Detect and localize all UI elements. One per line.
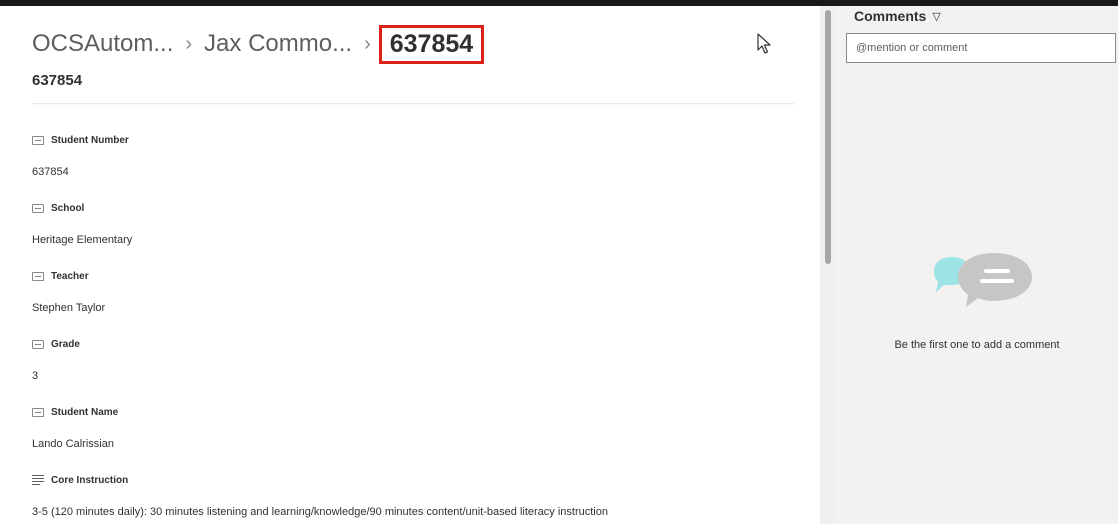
field-grade[interactable]: Grade 3 [32, 336, 812, 404]
field-value: 637854 [32, 166, 69, 178]
field-list: Student Number 637854 School Heritage El… [32, 132, 812, 524]
field-label-row: Grade [32, 336, 812, 352]
field-label-row: Student Number [32, 132, 812, 148]
breadcrumb-item-list[interactable]: Jax Commo... [204, 30, 352, 58]
item-details-pane: OCSAutom... › Jax Commo... › 637854 6378… [0, 6, 820, 524]
field-label: Teacher [51, 270, 89, 282]
text-field-icon [32, 203, 44, 213]
comment-bubbles-icon [934, 253, 1032, 307]
field-school[interactable]: School Heritage Elementary [32, 200, 812, 268]
field-value: Stephen Taylor [32, 302, 106, 314]
breadcrumb-item-site[interactable]: OCSAutom... [32, 30, 173, 58]
breadcrumb-current-item: 637854 [378, 24, 485, 64]
field-value: Lando Calrissian [32, 438, 114, 450]
field-label: Grade [51, 338, 80, 350]
title-divider [32, 103, 794, 104]
field-teacher[interactable]: Teacher Stephen Taylor [32, 268, 812, 336]
comments-title: Comments [854, 8, 927, 24]
field-student-name[interactable]: Student Name Lando Calrissian [32, 404, 812, 472]
field-label: School [51, 202, 85, 214]
text-field-icon [32, 271, 44, 281]
field-value: Heritage Elementary [32, 234, 133, 246]
breadcrumb-separator: › [364, 32, 371, 55]
comment-input[interactable] [846, 33, 1116, 63]
scrollbar-thumb[interactable] [825, 10, 831, 264]
field-label-row: Student Name [32, 404, 812, 420]
multiline-text-icon [32, 475, 44, 485]
field-label: Student Name [51, 406, 119, 418]
field-label-row: School [32, 200, 812, 216]
field-label: Student Number [51, 134, 129, 146]
comments-header[interactable]: Comments ▽ [854, 8, 941, 24]
field-label: Core Instruction [51, 474, 129, 486]
field-label-row: Teacher [32, 268, 812, 284]
field-label-row: Core Instruction [32, 472, 812, 488]
breadcrumb: OCSAutom... › Jax Commo... › 637854 [32, 22, 485, 66]
mouse-cursor-icon [757, 33, 771, 54]
text-field-icon [32, 407, 44, 417]
field-value: 3-5 (120 minutes daily): 30 minutes list… [32, 506, 608, 518]
text-field-icon [32, 135, 44, 145]
field-value: 3 [32, 370, 39, 382]
comments-pane: Comments ▽ Be the first one to add a com… [836, 6, 1118, 524]
item-title: 637854 [32, 72, 83, 89]
empty-comments-message: Be the first one to add a comment [894, 339, 1060, 351]
text-field-icon [32, 339, 44, 349]
field-core-instruction[interactable]: Core Instruction 3-5 (120 minutes daily)… [32, 472, 812, 524]
breadcrumb-separator: › [185, 32, 193, 55]
chevron-down-icon: ▽ [932, 10, 941, 23]
field-student-number[interactable]: Student Number 637854 [32, 132, 812, 200]
